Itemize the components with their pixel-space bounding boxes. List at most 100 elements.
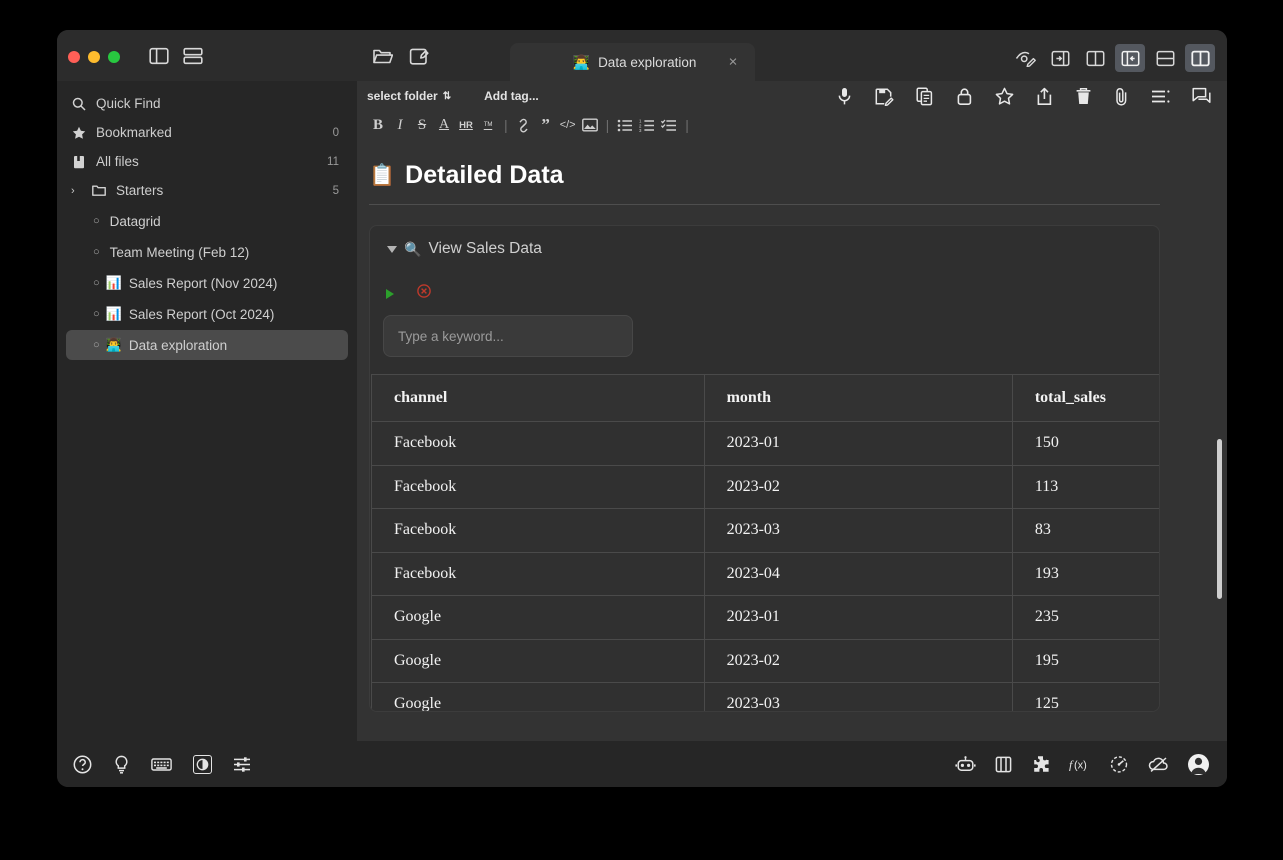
- table-cell[interactable]: 195: [1011, 638, 1159, 683]
- table-cell[interactable]: 193: [1011, 551, 1159, 596]
- table-cell[interactable]: 2023-01: [703, 421, 1013, 466]
- table-cell[interactable]: 2023-02: [703, 464, 1013, 509]
- select-folder-button[interactable]: select folder ⇅: [367, 89, 451, 103]
- close-window-button[interactable]: [68, 51, 80, 63]
- table-cell[interactable]: 2023-03: [703, 682, 1013, 711]
- attachment-icon[interactable]: [1114, 87, 1129, 106]
- chevron-right-icon[interactable]: ›: [71, 185, 81, 197]
- tab-data-exploration[interactable]: 👨‍💻 Data exploration ×: [510, 43, 755, 81]
- open-folder-icon[interactable]: [372, 47, 393, 66]
- table-column-header[interactable]: month: [703, 374, 1013, 422]
- sidebar-file-item[interactable]: ○ Team Meeting (Feb 12): [66, 237, 348, 267]
- sidebar-toggle-icon[interactable]: [149, 47, 169, 65]
- table-cell[interactable]: Facebook: [371, 508, 705, 553]
- table-cell[interactable]: 113: [1011, 464, 1159, 509]
- microphone-icon[interactable]: [836, 87, 853, 106]
- table-row[interactable]: Google 2023-03 125: [371, 682, 1159, 711]
- cloud-off-icon[interactable]: [1148, 756, 1169, 773]
- bullet-list-icon[interactable]: [614, 114, 636, 136]
- table-row[interactable]: Google 2023-02 195: [371, 638, 1159, 683]
- sidebar-item-all-files[interactable]: All files 11: [57, 147, 357, 176]
- strikethrough-button[interactable]: S: [411, 114, 433, 136]
- outline-icon[interactable]: [1151, 89, 1170, 104]
- left-pane-icon[interactable]: [1115, 44, 1145, 72]
- table-cell[interactable]: 83: [1011, 508, 1159, 553]
- document-editor[interactable]: 📋 Detailed Data 🔍 View Sales Data Type a…: [357, 139, 1227, 741]
- link-icon[interactable]: [513, 114, 535, 136]
- side-pane-icon[interactable]: [1185, 44, 1215, 72]
- task-list-icon[interactable]: [658, 114, 680, 136]
- duplicate-icon[interactable]: [916, 86, 934, 106]
- table-cell[interactable]: 125: [1011, 682, 1159, 711]
- comment-icon[interactable]: [1192, 87, 1211, 105]
- share-icon[interactable]: [1036, 87, 1053, 106]
- stacked-pane-icon[interactable]: [1150, 44, 1180, 72]
- code-button[interactable]: </>: [557, 114, 579, 136]
- cancel-icon[interactable]: [417, 284, 431, 303]
- keyword-search-input[interactable]: [383, 315, 633, 357]
- sidebar-file-item[interactable]: ○ 📊 Sales Report (Oct 2024): [66, 299, 348, 329]
- help-icon[interactable]: [73, 755, 92, 774]
- plugin-icon[interactable]: [1031, 755, 1050, 773]
- play-icon[interactable]: [386, 288, 394, 299]
- new-note-icon[interactable]: [409, 47, 430, 66]
- panel-icon[interactable]: [995, 756, 1012, 773]
- minimize-window-button[interactable]: [88, 51, 100, 63]
- table-cell[interactable]: 235: [1011, 595, 1159, 640]
- horizontal-rule-button[interactable]: HR: [455, 114, 477, 136]
- quote-button[interactable]: ”: [535, 114, 557, 136]
- account-avatar-icon[interactable]: [1188, 753, 1209, 775]
- table-row[interactable]: Facebook 2023-02 113: [371, 464, 1159, 509]
- lightbulb-icon[interactable]: [113, 755, 130, 774]
- save-edit-icon[interactable]: [875, 87, 894, 106]
- table-cell[interactable]: Facebook: [371, 421, 705, 466]
- collapse-triangle-icon[interactable]: [387, 245, 397, 253]
- lock-icon[interactable]: [956, 87, 973, 106]
- table-cell[interactable]: Facebook: [371, 464, 705, 509]
- trash-icon[interactable]: [1075, 87, 1092, 106]
- underline-button[interactable]: A: [433, 114, 455, 136]
- numbered-list-icon[interactable]: 123: [636, 114, 658, 136]
- table-row[interactable]: Facebook 2023-01 150: [371, 421, 1159, 466]
- italic-button[interactable]: I: [389, 114, 411, 136]
- robot-icon[interactable]: [955, 755, 976, 773]
- function-icon[interactable]: f (x): [1069, 756, 1091, 772]
- dual-pane-icon[interactable]: [1080, 44, 1110, 72]
- sidebar-file-item[interactable]: ○ Datagrid: [66, 206, 348, 236]
- sidebar-item-quick-find[interactable]: Quick Find: [57, 89, 357, 118]
- sidebar-file-item[interactable]: ○ 👨‍💻 Data exploration: [66, 330, 348, 360]
- star-icon[interactable]: [995, 87, 1014, 106]
- bold-button[interactable]: B: [367, 114, 389, 136]
- scrollbar-thumb[interactable]: [1217, 439, 1222, 599]
- image-icon[interactable]: [579, 114, 601, 136]
- highlight-button[interactable]: ᵀᴹ: [477, 114, 499, 136]
- close-tab-icon[interactable]: ×: [725, 55, 741, 70]
- sidebar-folder-starters[interactable]: › Starters 5: [57, 176, 357, 205]
- table-row[interactable]: Google 2023-01 235: [371, 595, 1159, 640]
- table-column-header[interactable]: channel: [371, 374, 705, 422]
- preview-edit-icon[interactable]: [1010, 44, 1040, 72]
- table-cell[interactable]: 150: [1011, 421, 1159, 466]
- performance-icon[interactable]: [1110, 755, 1129, 773]
- sidebar-item-bookmarked[interactable]: Bookmarked 0: [57, 118, 357, 147]
- settings-sliders-icon[interactable]: [233, 756, 251, 773]
- table-cell[interactable]: 2023-03: [703, 508, 1013, 553]
- table-cell[interactable]: Facebook: [371, 551, 705, 596]
- table-cell[interactable]: Google: [371, 682, 705, 711]
- table-cell[interactable]: 2023-02: [703, 638, 1013, 683]
- editor-scrollbar[interactable]: [1217, 139, 1222, 741]
- table-cell[interactable]: Google: [371, 595, 705, 640]
- focus-pane-icon[interactable]: [1045, 44, 1075, 72]
- maximize-window-button[interactable]: [108, 51, 120, 63]
- theme-contrast-icon[interactable]: [193, 754, 212, 774]
- table-cell[interactable]: 2023-04: [703, 551, 1013, 596]
- add-tag-button[interactable]: Add tag...: [484, 89, 539, 103]
- table-row[interactable]: Facebook 2023-03 83: [371, 508, 1159, 553]
- table-cell[interactable]: 2023-01: [703, 595, 1013, 640]
- split-view-icon[interactable]: [183, 47, 203, 65]
- table-cell[interactable]: Google: [371, 638, 705, 683]
- keyboard-icon[interactable]: [151, 757, 172, 772]
- sidebar-file-item[interactable]: ○ 📊 Sales Report (Nov 2024): [66, 268, 348, 298]
- table-row[interactable]: Facebook 2023-04 193: [371, 551, 1159, 596]
- block-header[interactable]: 🔍 View Sales Data: [370, 240, 1159, 258]
